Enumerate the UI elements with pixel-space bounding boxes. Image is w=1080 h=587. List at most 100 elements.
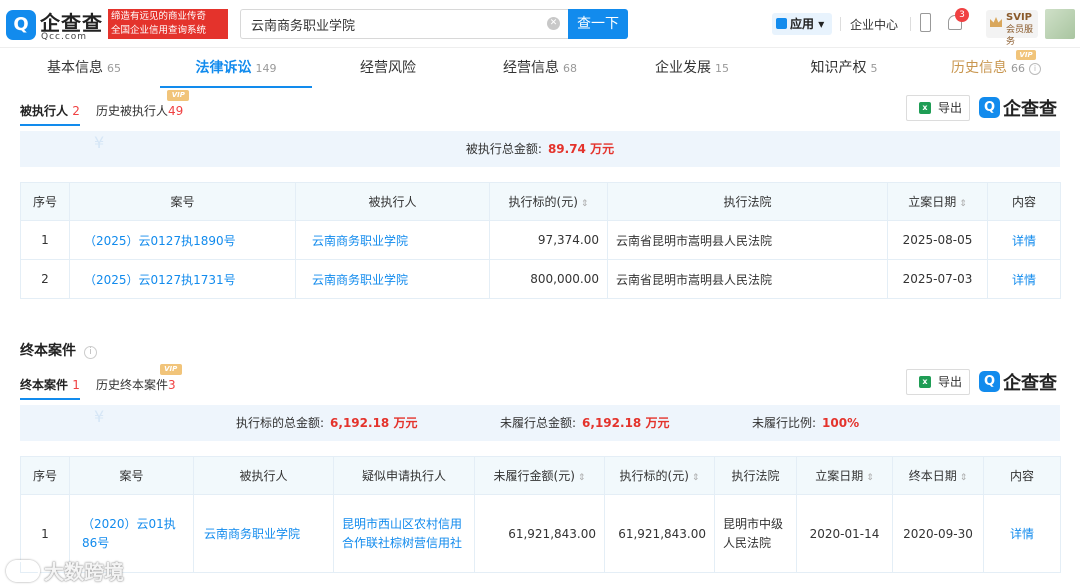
qcc-brand: Q 企查查: [979, 369, 1061, 395]
watermark-text: 大数跨境: [44, 560, 124, 584]
excel-icon: x: [919, 376, 931, 388]
subtab-final-cases[interactable]: 终本案件 1: [20, 376, 80, 400]
case-link[interactable]: （2025）云0127执1731号: [84, 273, 236, 287]
col-header-sortable[interactable]: 立案日期 ⇕: [887, 182, 988, 221]
col-label: 未履行金额(元): [493, 469, 575, 483]
table-header-row: 序号 案号 被执行人 疑似申请执行人 未履行金额(元) ⇕ 执行标的(元) ⇕ 执行…: [20, 456, 1061, 495]
enterprise-center-link[interactable]: 企业中心: [850, 16, 898, 33]
col-header: 疑似申请执行人: [333, 456, 475, 495]
tab-history[interactable]: VIP 历史信息 66 i: [920, 48, 1072, 88]
sort-icon[interactable]: ⇕: [960, 473, 968, 483]
col-header: 执行法院: [607, 182, 888, 221]
subtab-count: 49: [168, 104, 184, 118]
col-header-sortable[interactable]: 立案日期 ⇕: [796, 456, 893, 495]
col-header-sortable[interactable]: 终本日期 ⇕: [892, 456, 984, 495]
vip-badge: VIP: [167, 90, 190, 101]
coin-icon: ¥: [94, 133, 105, 152]
tab-count: 5: [870, 62, 878, 75]
tab-business-info[interactable]: 经营信息 68: [464, 48, 616, 88]
tab-label: 历史信息: [951, 60, 1007, 76]
col-header-sortable[interactable]: 执行标的(元) ⇕: [489, 182, 608, 221]
tab-count: 65: [107, 62, 121, 75]
brand-mark-icon: Q: [979, 97, 1000, 118]
cell-no: 2: [20, 259, 70, 299]
col-header-sortable[interactable]: 执行标的(元) ⇕: [604, 456, 715, 495]
sort-icon[interactable]: ⇕: [692, 473, 700, 483]
party-link[interactable]: 云南商务职业学院: [312, 273, 408, 287]
summary-label: 被执行总金额:: [465, 142, 542, 156]
summary-value: 6,192.18 万元: [582, 416, 670, 430]
slogan-banner: 缔造有远见的商业传奇 全国企业信用查询系统: [108, 9, 228, 39]
info-icon[interactable]: i: [84, 346, 97, 359]
crown-icon: [990, 17, 1002, 27]
mobile-icon[interactable]: [920, 13, 931, 32]
col-header-sortable[interactable]: 未履行金额(元) ⇕: [474, 456, 605, 495]
sort-icon[interactable]: ⇕: [866, 473, 874, 483]
export-label: 导出: [938, 375, 963, 389]
subtab-count: 3: [168, 378, 176, 392]
cell-unpaid: 61,921,843.00: [474, 494, 605, 573]
party-link[interactable]: 云南商务职业学院: [204, 527, 300, 541]
export-button[interactable]: x 导出: [906, 95, 970, 121]
cell-case: （2025）云0127执1731号: [69, 259, 296, 299]
tab-label: 企业发展: [655, 60, 711, 76]
cell-amount: 800,000.00: [489, 259, 608, 299]
tab-label: 法律诉讼: [195, 60, 252, 76]
tab-label: 经营信息: [503, 60, 559, 76]
summary-item: 执行标的总金额: 6,192.18 万元: [236, 405, 417, 441]
search-input[interactable]: [251, 10, 541, 38]
watermark: 大数跨境: [6, 556, 124, 585]
header-divider: [840, 17, 841, 31]
case-link[interactable]: （2020）云01执86号: [82, 517, 176, 550]
cell-no: 1: [20, 220, 70, 260]
col-label: 终本日期: [908, 469, 957, 483]
cell-action: 详情: [987, 259, 1061, 299]
logo-domain: Qcc.com: [41, 32, 88, 42]
col-header: 内容: [987, 182, 1061, 221]
tab-count: 149: [255, 62, 277, 75]
brand-name: 企查查: [1003, 373, 1057, 394]
tab-basic-info[interactable]: 基本信息 65: [8, 48, 160, 88]
cell-party: 云南商务职业学院: [193, 494, 334, 573]
detail-link[interactable]: 详情: [1012, 234, 1036, 248]
clear-icon[interactable]: ✕: [547, 17, 560, 30]
apps-menu[interactable]: 应用 ▾: [772, 13, 832, 35]
avatar[interactable]: [1045, 9, 1075, 39]
summary-value: 100%: [822, 416, 860, 430]
sort-icon[interactable]: ⇕: [578, 473, 586, 483]
subtab-label: 被执行人: [20, 104, 69, 118]
subtab-executed[interactable]: 被执行人 2: [20, 102, 80, 126]
subtab-label: 历史终本案件: [96, 378, 169, 392]
tab-count: 68: [563, 62, 577, 75]
final-cases-table: 序号 案号 被执行人 疑似申请执行人 未履行金额(元) ⇕ 执行标的(元) ⇕ 执行…: [20, 456, 1061, 573]
table-header-row: 序号 案号 被执行人 执行标的(元) ⇕ 执行法院 立案日期 ⇕ 内容: [20, 182, 1061, 221]
summary-bar: ¥ 被执行总金额: 89.74 万元: [20, 131, 1060, 167]
cell-date: 2025-08-05: [887, 220, 988, 260]
case-link[interactable]: （2025）云0127执1890号: [84, 234, 236, 248]
summary-value: 89.74 万元: [547, 142, 615, 156]
subtab-history-final[interactable]: 历史终本案件3 VIP: [96, 364, 182, 393]
detail-link[interactable]: 详情: [1010, 527, 1034, 541]
tab-ip[interactable]: 知识产权 5: [768, 48, 920, 88]
svip-button[interactable]: SVIP 会员服务: [986, 10, 1038, 47]
applicant-link[interactable]: 昆明市西山区农村信用合作联社棕树营信用社: [342, 517, 462, 550]
export-button[interactable]: x 导出: [906, 369, 970, 395]
subtab-history-executed[interactable]: 历史被执行人49 VIP: [96, 90, 190, 119]
detail-link[interactable]: 详情: [1012, 273, 1036, 287]
notification-badge: 3: [955, 8, 969, 22]
tab-operation-risk[interactable]: 经营风险: [312, 48, 464, 88]
sort-icon[interactable]: ⇕: [959, 199, 967, 209]
sort-icon[interactable]: ⇕: [581, 199, 589, 209]
search-button[interactable]: 查一下: [568, 9, 628, 39]
vip-badge: VIP: [1016, 50, 1036, 60]
tab-label: 知识产权: [810, 60, 867, 76]
col-header: 执行法院: [714, 456, 797, 495]
qcc-logo[interactable]: Q 企查查 Qcc.com: [6, 8, 106, 42]
tab-development[interactable]: 企业发展 15: [616, 48, 768, 88]
tab-legal[interactable]: 法律诉讼 149: [160, 48, 312, 88]
party-link[interactable]: 云南商务职业学院: [312, 234, 408, 248]
summary-bar: ¥ 执行标的总金额: 6,192.18 万元 未履行总金额: 6,192.18 万元…: [20, 405, 1060, 441]
cell-amount: 97,374.00: [489, 220, 608, 260]
cell-date: 2025-07-03: [887, 259, 988, 299]
summary-label: 执行标的总金额:: [236, 416, 325, 430]
